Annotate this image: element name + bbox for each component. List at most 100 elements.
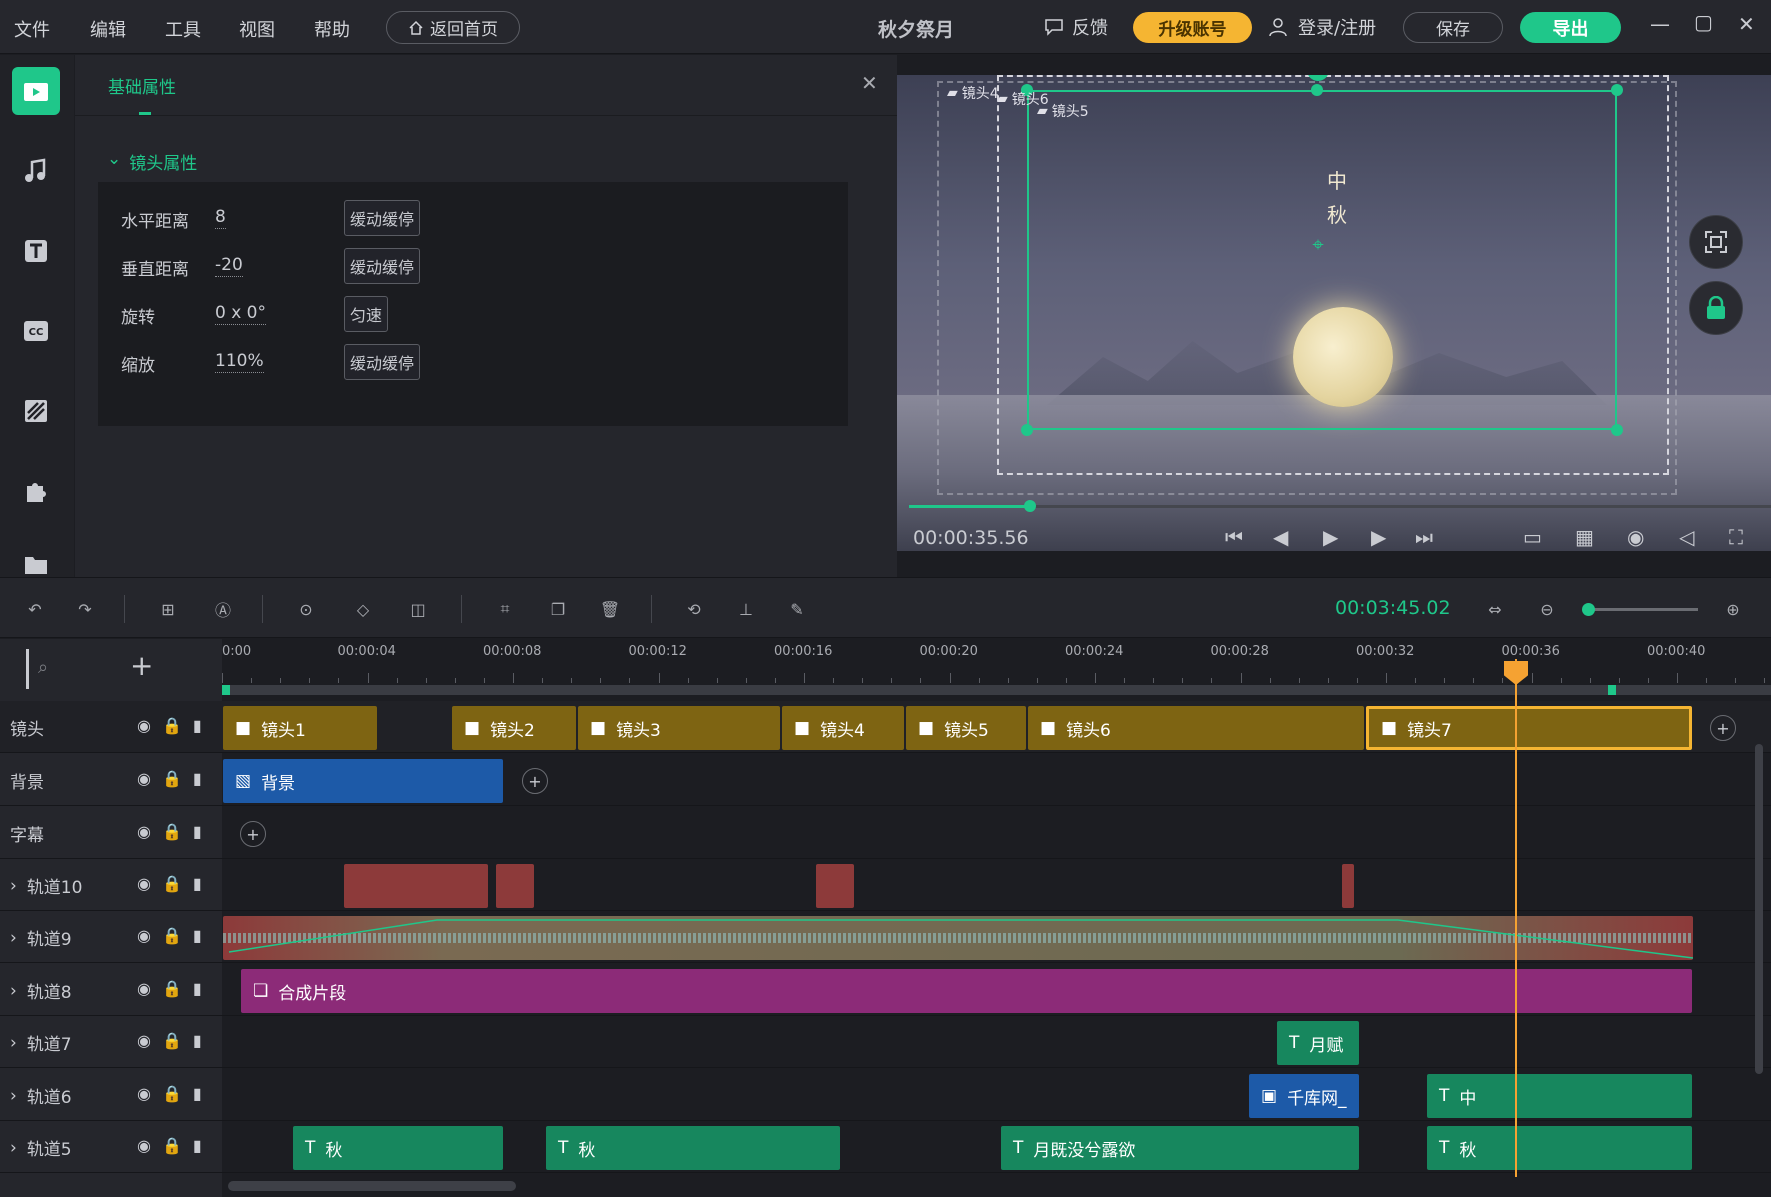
camera-clip-selected[interactable]: ■ 镜头7 xyxy=(1366,706,1692,750)
background-icon[interactable] xyxy=(12,387,60,435)
audio-clip[interactable] xyxy=(344,864,488,908)
grid-icon[interactable]: ▦ xyxy=(1575,525,1594,549)
easing-button[interactable]: 缓动缓停 xyxy=(344,344,421,380)
lock-icon[interactable]: 🔒 xyxy=(162,716,182,735)
section-camera-properties[interactable]: ⌄ 镜头属性 xyxy=(107,149,197,174)
resize-handle[interactable] xyxy=(1611,84,1623,96)
eye-icon[interactable]: ◉ xyxy=(137,979,151,998)
camera-clip[interactable]: ■ 镜头1 xyxy=(223,706,377,750)
skip-start-icon[interactable]: ⏮ xyxy=(1225,525,1243,549)
login-button[interactable]: 登录/注册 xyxy=(1268,14,1376,40)
expand-icon[interactable]: › xyxy=(10,876,17,896)
preview-canvas[interactable]: 中 秋 ⟳ ⌖ ▰镜头4 ▰镜头6 ▰镜头5 xyxy=(897,75,1771,551)
menu-help[interactable]: 帮助 xyxy=(314,16,350,42)
easing-button[interactable]: 缓动缓停 xyxy=(344,248,421,284)
scale-input[interactable]: 110% xyxy=(215,351,264,373)
background-clip[interactable]: ▧ 背景 xyxy=(223,759,503,803)
lock-icon[interactable]: 🔒 xyxy=(162,1031,182,1050)
rotation-input[interactable]: 0 x 0° xyxy=(215,303,266,325)
step-back-icon[interactable]: ◀ xyxy=(1273,525,1288,549)
menu-view[interactable]: 视图 xyxy=(239,16,275,42)
menu-edit[interactable]: 编辑 xyxy=(90,16,126,42)
audio-waveform-clip[interactable] xyxy=(223,916,1693,960)
replace-icon[interactable]: ⟲ xyxy=(681,596,707,622)
text-clip[interactable]: T秋 xyxy=(546,1126,840,1170)
center-crosshair-icon[interactable]: ⌖ xyxy=(1307,232,1329,256)
eye-icon[interactable]: ◉ xyxy=(137,874,151,893)
lock-icon[interactable]: 🔒 xyxy=(162,769,182,788)
tab-basic-properties[interactable]: 基础属性 xyxy=(108,73,176,98)
eye-icon[interactable]: ◉ xyxy=(137,716,151,735)
copy-icon[interactable]: ❐ xyxy=(545,596,571,622)
camera-clip[interactable]: ■ 镜头2 xyxy=(452,706,576,750)
upgrade-account-button[interactable]: 升级账号 xyxy=(1133,12,1252,43)
trash-icon[interactable]: ▮ xyxy=(193,1084,202,1103)
add-clip-icon[interactable]: + xyxy=(522,768,548,794)
linear-button[interactable]: 匀速 xyxy=(344,296,389,332)
zoom-out-icon[interactable]: ⊖ xyxy=(1534,596,1560,622)
home-button[interactable]: 返回首页 xyxy=(386,11,520,44)
save-button[interactable]: 保存 xyxy=(1403,12,1503,43)
minimize-icon[interactable]: — xyxy=(1650,12,1670,36)
trash-icon[interactable]: ▮ xyxy=(193,926,202,945)
camera-clip[interactable]: ■ 镜头3 xyxy=(578,706,780,750)
add-track-icon[interactable]: + xyxy=(130,649,153,682)
feedback-button[interactable]: 反馈 xyxy=(1044,14,1108,40)
camera-clip[interactable]: ■ 镜头4 xyxy=(782,706,904,750)
eye-icon[interactable]: ◉ xyxy=(137,926,151,945)
trash-icon[interactable]: ▮ xyxy=(193,1031,202,1050)
fit-screen-button[interactable] xyxy=(1689,215,1743,269)
maximize-icon[interactable]: ▢ xyxy=(1694,10,1713,34)
zoom-in-icon[interactable]: ⊕ xyxy=(1720,596,1746,622)
expand-icon[interactable]: › xyxy=(10,1138,17,1158)
plugin-icon[interactable] xyxy=(12,467,60,515)
timeline-range-bar[interactable] xyxy=(222,685,1771,695)
trash-icon[interactable]: ▮ xyxy=(193,716,202,735)
trim-icon[interactable]: ◇ xyxy=(350,596,376,622)
redo-icon[interactable]: ↷ xyxy=(72,596,98,622)
lock-icon[interactable]: 🔒 xyxy=(162,874,182,893)
composite-clip[interactable]: ❏ 合成片段 xyxy=(241,969,1692,1013)
lock-icon[interactable]: 🔒 xyxy=(162,979,182,998)
media-icon[interactable] xyxy=(12,67,60,115)
eye-icon[interactable]: ◉ xyxy=(137,1084,151,1103)
resize-handle[interactable] xyxy=(1311,84,1323,96)
eye-icon[interactable]: ◉ xyxy=(137,1031,151,1050)
split-icon[interactable]: ◫ xyxy=(405,596,431,622)
eye-icon[interactable]: ◉ xyxy=(137,769,151,788)
add-clip-icon[interactable]: + xyxy=(1710,715,1736,741)
audio-clip[interactable] xyxy=(496,864,534,908)
trash-icon[interactable]: ▮ xyxy=(193,979,202,998)
zoom-knob[interactable] xyxy=(1582,603,1595,616)
add-camera-icon[interactable]: ⊞ xyxy=(155,596,181,622)
expand-icon[interactable]: › xyxy=(10,928,17,948)
text-clip[interactable]: T中 xyxy=(1427,1074,1692,1118)
zoom-slider[interactable] xyxy=(1582,603,1698,616)
text-clip[interactable]: T 月赋 xyxy=(1277,1021,1359,1065)
snapshot-icon[interactable]: ◉ xyxy=(1627,525,1644,549)
crop-icon[interactable]: ⌗ xyxy=(492,596,518,622)
caption-icon[interactable]: CC xyxy=(12,307,60,355)
undo-icon[interactable]: ↶ xyxy=(22,596,48,622)
delete-icon[interactable]: 🗑 xyxy=(597,596,623,622)
volume-icon[interactable]: ◁ xyxy=(1679,525,1694,549)
preview-scrubber[interactable] xyxy=(1023,500,1036,512)
camera-clip[interactable]: ■ 镜头6 xyxy=(1028,706,1364,750)
skip-end-icon[interactable]: ⏭ xyxy=(1415,525,1433,549)
music-icon[interactable] xyxy=(12,147,60,195)
lock-icon[interactable]: 🔒 xyxy=(162,1084,182,1103)
lock-icon[interactable]: 🔒 xyxy=(162,822,182,841)
folder-icon[interactable] xyxy=(12,545,60,577)
expand-icon[interactable]: › xyxy=(10,1033,17,1053)
vertical-scrollbar[interactable] xyxy=(1755,744,1763,1074)
menu-file[interactable]: 文件 xyxy=(14,16,50,42)
expand-icon[interactable]: › xyxy=(10,981,17,1001)
preview-progress-bar[interactable] xyxy=(909,500,1771,512)
fit-timeline-icon[interactable]: ⇔ xyxy=(1482,596,1508,622)
audio-clip[interactable] xyxy=(816,864,854,908)
resize-handle[interactable] xyxy=(1611,424,1623,436)
range-end-marker[interactable] xyxy=(1608,685,1616,695)
range-start-marker[interactable] xyxy=(222,685,230,695)
horizontal-distance-input[interactable]: 8 xyxy=(215,207,226,229)
lock-icon[interactable]: 🔒 xyxy=(162,926,182,945)
